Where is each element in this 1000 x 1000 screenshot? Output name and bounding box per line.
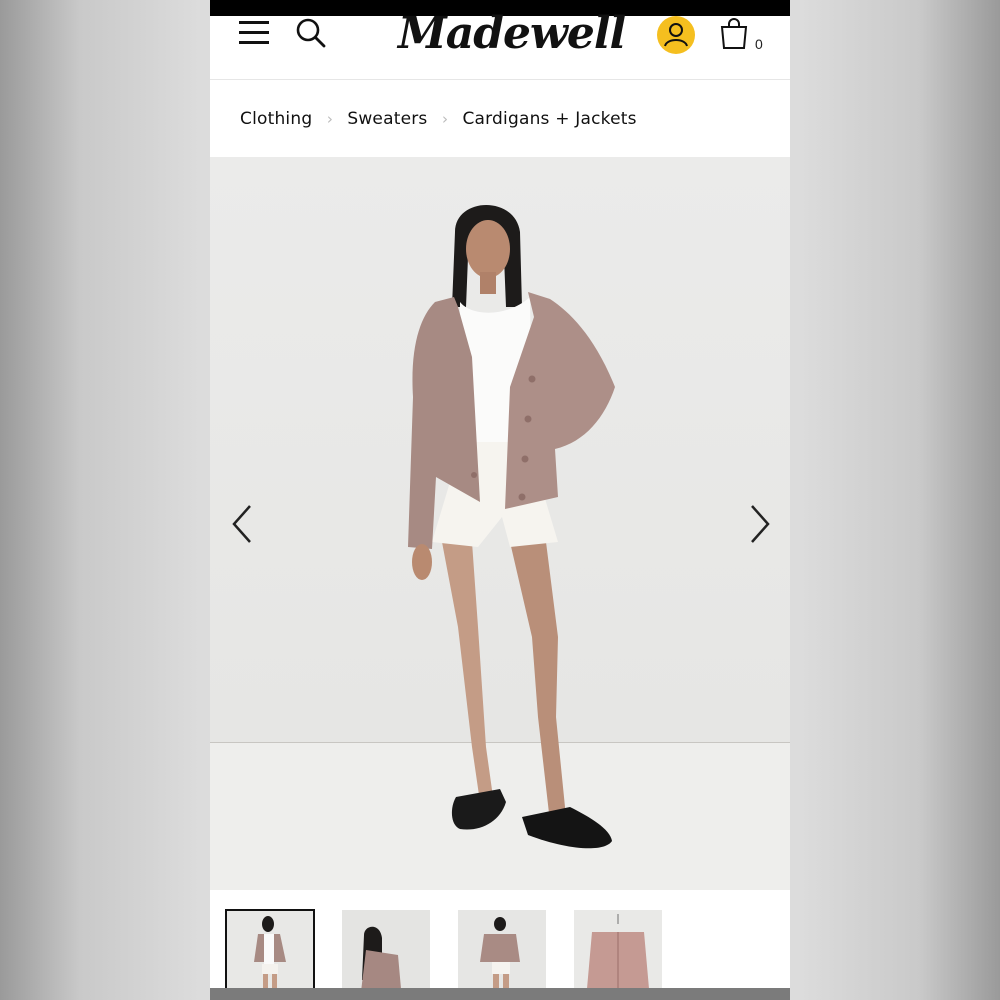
thumbnail-1[interactable] bbox=[225, 909, 315, 1000]
breadcrumb-clothing[interactable]: Clothing bbox=[240, 109, 312, 129]
chevron-left-icon[interactable] bbox=[228, 502, 256, 546]
product-image[interactable] bbox=[210, 157, 790, 890]
chevron-right-icon[interactable] bbox=[746, 502, 774, 546]
thumbnail-4[interactable] bbox=[574, 910, 662, 1000]
thumbnail-3[interactable] bbox=[458, 910, 546, 1000]
cart-count: 0 bbox=[755, 36, 763, 52]
breadcrumb-sweaters[interactable]: Sweaters bbox=[347, 109, 427, 129]
chevron-right-icon: › bbox=[441, 110, 448, 128]
search-icon[interactable] bbox=[296, 18, 326, 48]
site-header: Madewell 0 bbox=[210, 8, 790, 80]
account-icon[interactable] bbox=[657, 16, 695, 54]
thumbnail-2[interactable] bbox=[342, 910, 430, 1000]
chevron-right-icon: › bbox=[326, 110, 333, 128]
breadcrumb-cardigans-jackets[interactable]: Cardigans + Jackets bbox=[462, 109, 636, 129]
bottom-edge bbox=[210, 988, 790, 1000]
shopping-bag-icon[interactable] bbox=[720, 18, 748, 50]
model-photo bbox=[408, 204, 615, 849]
breadcrumb: Clothing › Sweaters › Cardigans + Jacket… bbox=[210, 81, 790, 157]
menu-icon[interactable] bbox=[238, 20, 270, 46]
mobile-viewport: Madewell 0 Clothing › Sweaters › Cardiga… bbox=[210, 0, 790, 1000]
thumbnail-strip bbox=[210, 890, 790, 1000]
brand-logo[interactable]: Madewell bbox=[398, 4, 626, 64]
